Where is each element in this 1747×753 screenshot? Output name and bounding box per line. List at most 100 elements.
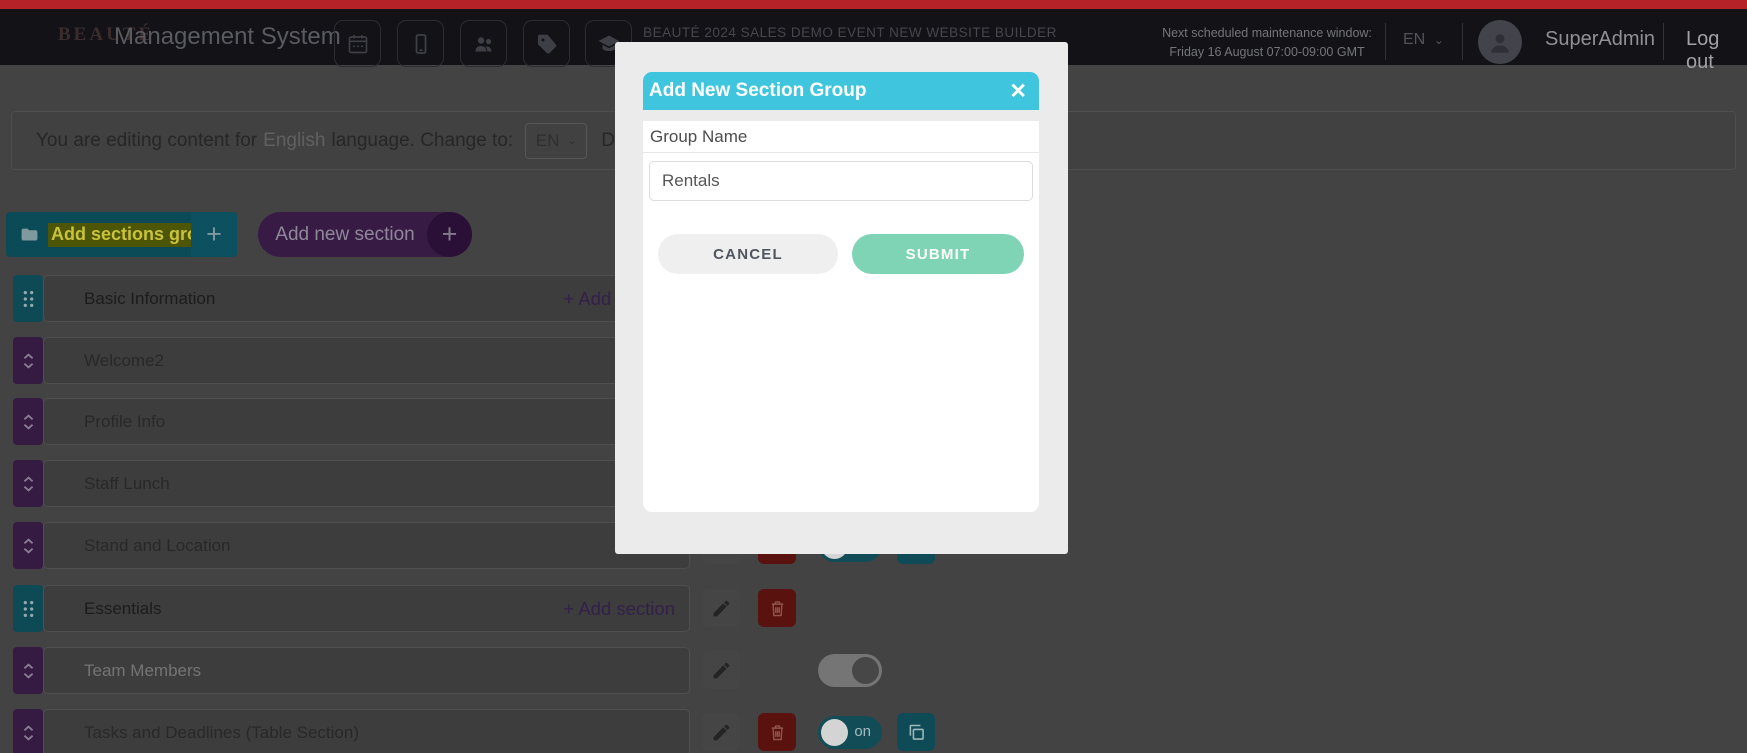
toggle-knob xyxy=(821,719,848,746)
section-title: Tasks and Deadlines (Table Section) xyxy=(84,723,359,743)
close-button[interactable]: ✕ xyxy=(1009,81,1027,102)
section-group-row: Essentials + Add section xyxy=(0,585,1747,632)
tag-icon xyxy=(535,32,559,56)
drag-handle[interactable] xyxy=(13,585,43,632)
top-accent-bar xyxy=(0,0,1747,9)
section-box: Tasks and Deadlines (Table Section) xyxy=(43,709,690,753)
plus-icon: + xyxy=(427,212,472,257)
toggle-label: on xyxy=(854,723,871,740)
section-title: Welcome2 xyxy=(84,351,164,371)
divider xyxy=(1385,23,1386,60)
section-title: Stand and Location xyxy=(84,536,231,556)
dialog-body: Group Name CANCEL SUBMIT xyxy=(643,121,1039,512)
section-box: Welcome2 xyxy=(43,337,690,384)
plus-icon: + xyxy=(191,212,237,257)
chevron-down-icon: ⌄ xyxy=(1434,33,1444,47)
app-title: Management System xyxy=(114,23,341,51)
section-group-box: Essentials + Add section xyxy=(43,585,690,632)
username: SuperAdmin xyxy=(1545,28,1655,51)
dialog-header: Add New Section Group ✕ xyxy=(643,72,1039,110)
add-new-section-button[interactable]: Add new section + xyxy=(258,212,472,257)
nav-mobile-button[interactable] xyxy=(397,20,444,67)
person-icon xyxy=(1485,27,1515,57)
nav-tag-button[interactable] xyxy=(523,20,570,67)
event-title: BEAUTÉ 2024 SALES DEMO EVENT NEW WEBSITE… xyxy=(640,25,1060,40)
chevron-up-down-icon xyxy=(20,661,37,681)
dialog-title: Add New Section Group xyxy=(649,80,866,102)
grip-dots-icon xyxy=(20,599,37,619)
dialog-buttons: CANCEL SUBMIT xyxy=(643,234,1039,274)
people-icon xyxy=(472,32,496,56)
section-box: Profile Info xyxy=(43,398,690,445)
group-name-input[interactable] xyxy=(649,161,1033,201)
duplicate-button[interactable] xyxy=(897,713,935,751)
reorder-handle[interactable] xyxy=(13,337,43,384)
maintenance-line1: Next scheduled maintenance window: xyxy=(1157,24,1377,43)
maintenance-line2: Friday 16 August 07:00-09:00 GMT xyxy=(1157,43,1377,62)
add-sections-group-button[interactable]: Add sections group + xyxy=(6,212,237,257)
reorder-handle[interactable] xyxy=(13,647,43,694)
chevron-down-icon: ⌄ xyxy=(567,134,576,147)
drag-handle[interactable] xyxy=(13,275,43,322)
reorder-handle[interactable] xyxy=(13,522,43,569)
toggle-knob xyxy=(852,657,879,684)
edit-button[interactable] xyxy=(702,713,740,751)
folder-icon xyxy=(20,225,39,244)
change-language-value: EN xyxy=(536,131,560,151)
section-group-box: Basic Information + Add section xyxy=(43,275,690,322)
info-text-prefix: You are editing content for xyxy=(36,130,257,152)
nav-calendar-button[interactable] xyxy=(334,20,381,67)
add-section-group-dialog: Add New Section Group ✕ Group Name CANCE… xyxy=(643,72,1039,512)
pencil-icon xyxy=(711,660,732,681)
info-text-middle: language. Change to: xyxy=(331,130,513,152)
add-section-link[interactable]: + Add section xyxy=(563,598,675,620)
section-title: Profile Info xyxy=(84,412,165,432)
navbar-language-value: EN xyxy=(1403,31,1425,48)
navbar-language-select[interactable]: EN ⌄ xyxy=(1403,31,1444,49)
logout-link[interactable]: Log out xyxy=(1686,28,1747,74)
change-language-select[interactable]: EN ⌄ xyxy=(525,123,587,159)
close-icon: ✕ xyxy=(1009,80,1027,103)
section-row: Tasks and Deadlines (Table Section) on xyxy=(0,709,1747,753)
section-group-title: Basic Information xyxy=(84,289,215,309)
chevron-up-down-icon xyxy=(20,474,37,494)
section-group-title: Essentials xyxy=(84,599,161,619)
nav-people-button[interactable] xyxy=(460,20,507,67)
chevron-up-down-icon xyxy=(20,351,37,371)
chevron-up-down-icon xyxy=(20,412,37,432)
current-language: English xyxy=(263,130,325,152)
modal-backdrop: Add New Section Group ✕ Group Name CANCE… xyxy=(615,42,1068,554)
avatar[interactable] xyxy=(1478,20,1522,64)
field-label-row: Group Name xyxy=(643,121,1039,153)
section-box: Stand and Location xyxy=(43,522,690,569)
grip-dots-icon xyxy=(20,289,37,309)
group-name-label: Group Name xyxy=(650,127,747,147)
reorder-handle[interactable] xyxy=(13,398,43,445)
section-row: Team Members xyxy=(0,647,1747,694)
section-title: Staff Lunch xyxy=(84,474,170,494)
section-box: Team Members xyxy=(43,647,690,694)
reorder-handle[interactable] xyxy=(13,709,43,753)
section-title: Team Members xyxy=(84,661,201,681)
edit-button[interactable] xyxy=(702,589,740,627)
pencil-icon xyxy=(711,598,732,619)
add-new-section-label: Add new section xyxy=(275,224,414,246)
maintenance-notice: Next scheduled maintenance window: Frida… xyxy=(1157,24,1377,63)
chevron-up-down-icon xyxy=(20,536,37,556)
delete-button[interactable] xyxy=(758,589,796,627)
copy-icon xyxy=(906,722,927,743)
submit-button[interactable]: SUBMIT xyxy=(852,234,1024,274)
trash-icon xyxy=(767,722,788,743)
reorder-handle[interactable] xyxy=(13,460,43,507)
edit-button[interactable] xyxy=(702,651,740,689)
delete-button[interactable] xyxy=(758,713,796,751)
chevron-up-down-icon xyxy=(20,723,37,743)
visibility-toggle[interactable] xyxy=(818,654,882,687)
screen: BEAUTÉ Management System xyxy=(0,0,1747,753)
cancel-button[interactable]: CANCEL xyxy=(658,234,838,274)
pencil-icon xyxy=(711,722,732,743)
mobile-icon xyxy=(409,32,433,56)
divider xyxy=(1462,23,1463,60)
visibility-toggle[interactable]: on xyxy=(818,716,882,749)
section-box: Staff Lunch xyxy=(43,460,690,507)
